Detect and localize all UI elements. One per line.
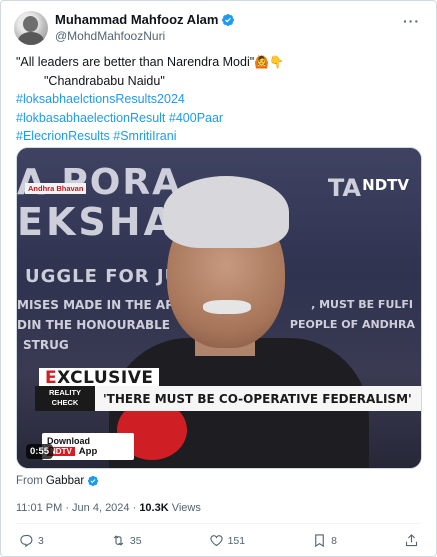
banner-text: , MUST BE FULFI [311, 298, 413, 311]
divider [16, 523, 421, 524]
tweet-card: Muhammad Mahfooz Alam @MohdMahfoozNuri ·… [0, 0, 437, 557]
face-emoji-icon: 🙆 [254, 55, 270, 69]
banner-text: MISES MADE IN THE AP [17, 298, 175, 312]
video-player[interactable]: A PORA EKSHA UGGLE FOR JUS MISES MADE IN… [16, 147, 422, 469]
hashtag-line-3[interactable]: #ElecrionResults #SmritiIrani [16, 127, 426, 146]
author-row: Muhammad Mahfooz Alam [55, 12, 235, 27]
views-label: Views [168, 502, 201, 514]
exclusive-rest: XCLUSIVE [57, 368, 154, 388]
channel-logo: NDTV [362, 176, 409, 194]
reality-check-label: REALITY CHECK [35, 386, 95, 411]
timestamp[interactable]: 11:01 PM · Jun 4, 2024 · [16, 502, 139, 514]
repost-icon [113, 535, 124, 546]
download-app-label: App [78, 446, 98, 457]
speaker-hair [163, 176, 289, 248]
avatar[interactable] [14, 11, 48, 45]
share-button[interactable] [404, 533, 419, 548]
download-app-promo: Download NDTV App [42, 433, 134, 460]
more-options-icon[interactable]: ··· [403, 13, 420, 29]
bookmark-count: 8 [331, 534, 337, 547]
banner-text: EKSHA [17, 200, 176, 244]
exclusive-label: EXCLUSIVE [39, 368, 160, 388]
repost-button[interactable]: 35 [111, 533, 142, 548]
source-name[interactable]: Gabbar [46, 475, 84, 487]
banner-text: STRUG [23, 338, 69, 352]
verified-badge-icon [222, 13, 235, 26]
banner-text: TA [327, 174, 361, 202]
reply-button[interactable]: 3 [19, 533, 44, 548]
heart-icon [209, 535, 223, 547]
repost-count: 35 [129, 534, 142, 547]
news-ticker: REALITY CHECK 'THERE MUST BE CO-OPERATIV… [35, 386, 421, 411]
video-duration: 0:55 [26, 444, 54, 459]
banner-text: DIN THE HONOURABLE [17, 318, 170, 332]
source-prefix: From [16, 475, 43, 487]
exclusive-first-letter: E [45, 368, 58, 388]
like-count: 151 [227, 534, 246, 547]
verified-badge-icon [88, 475, 99, 487]
like-button[interactable]: 151 [209, 533, 246, 548]
download-app-row: NDTV App [47, 446, 129, 457]
banner-text: PEOPLE OF ANDHRA [289, 318, 415, 331]
tweet-line-2: "Chandrababu Naidu" [44, 73, 165, 88]
tweet-line-1: "All leaders are better than Narendra Mo… [16, 53, 426, 72]
source-attribution: From Gabbar [16, 475, 99, 487]
avatar-head [23, 16, 38, 32]
ticker-headline: 'THERE MUST BE CO-OPERATIVE FEDERALISM' [103, 392, 412, 406]
tweet-meta: 11:01 PM · Jun 4, 2024 · 10.3K Views [16, 502, 201, 514]
speaker-mustache [203, 300, 251, 314]
avatar-body [18, 32, 44, 45]
bookmark-button[interactable]: 8 [312, 533, 337, 548]
location-tag: Andhra Bhavan [25, 183, 87, 194]
quote-text-1: "All leaders are better than Narendra Mo… [16, 55, 255, 69]
views-count: 10.3K [139, 502, 169, 514]
reply-icon [20, 534, 33, 548]
bookmark-icon [315, 534, 324, 548]
reply-count: 3 [38, 534, 44, 547]
download-label: Download [47, 436, 90, 446]
tweet-text: "All leaders are better than Narendra Mo… [16, 53, 426, 146]
action-bar: 3 35 151 8 [19, 533, 419, 548]
hashtag-line-2[interactable]: #lokbasabhaelectionResult #400Paar [16, 109, 426, 128]
pointing-down-emoji-icon: 👇 [269, 55, 285, 69]
author-handle[interactable]: @MohdMahfoozNuri [55, 29, 165, 43]
share-icon [405, 534, 418, 547]
hashtag-line-1[interactable]: #loksabhaelctionsResults2024 [16, 90, 426, 109]
author-name[interactable]: Muhammad Mahfooz Alam [55, 12, 218, 27]
